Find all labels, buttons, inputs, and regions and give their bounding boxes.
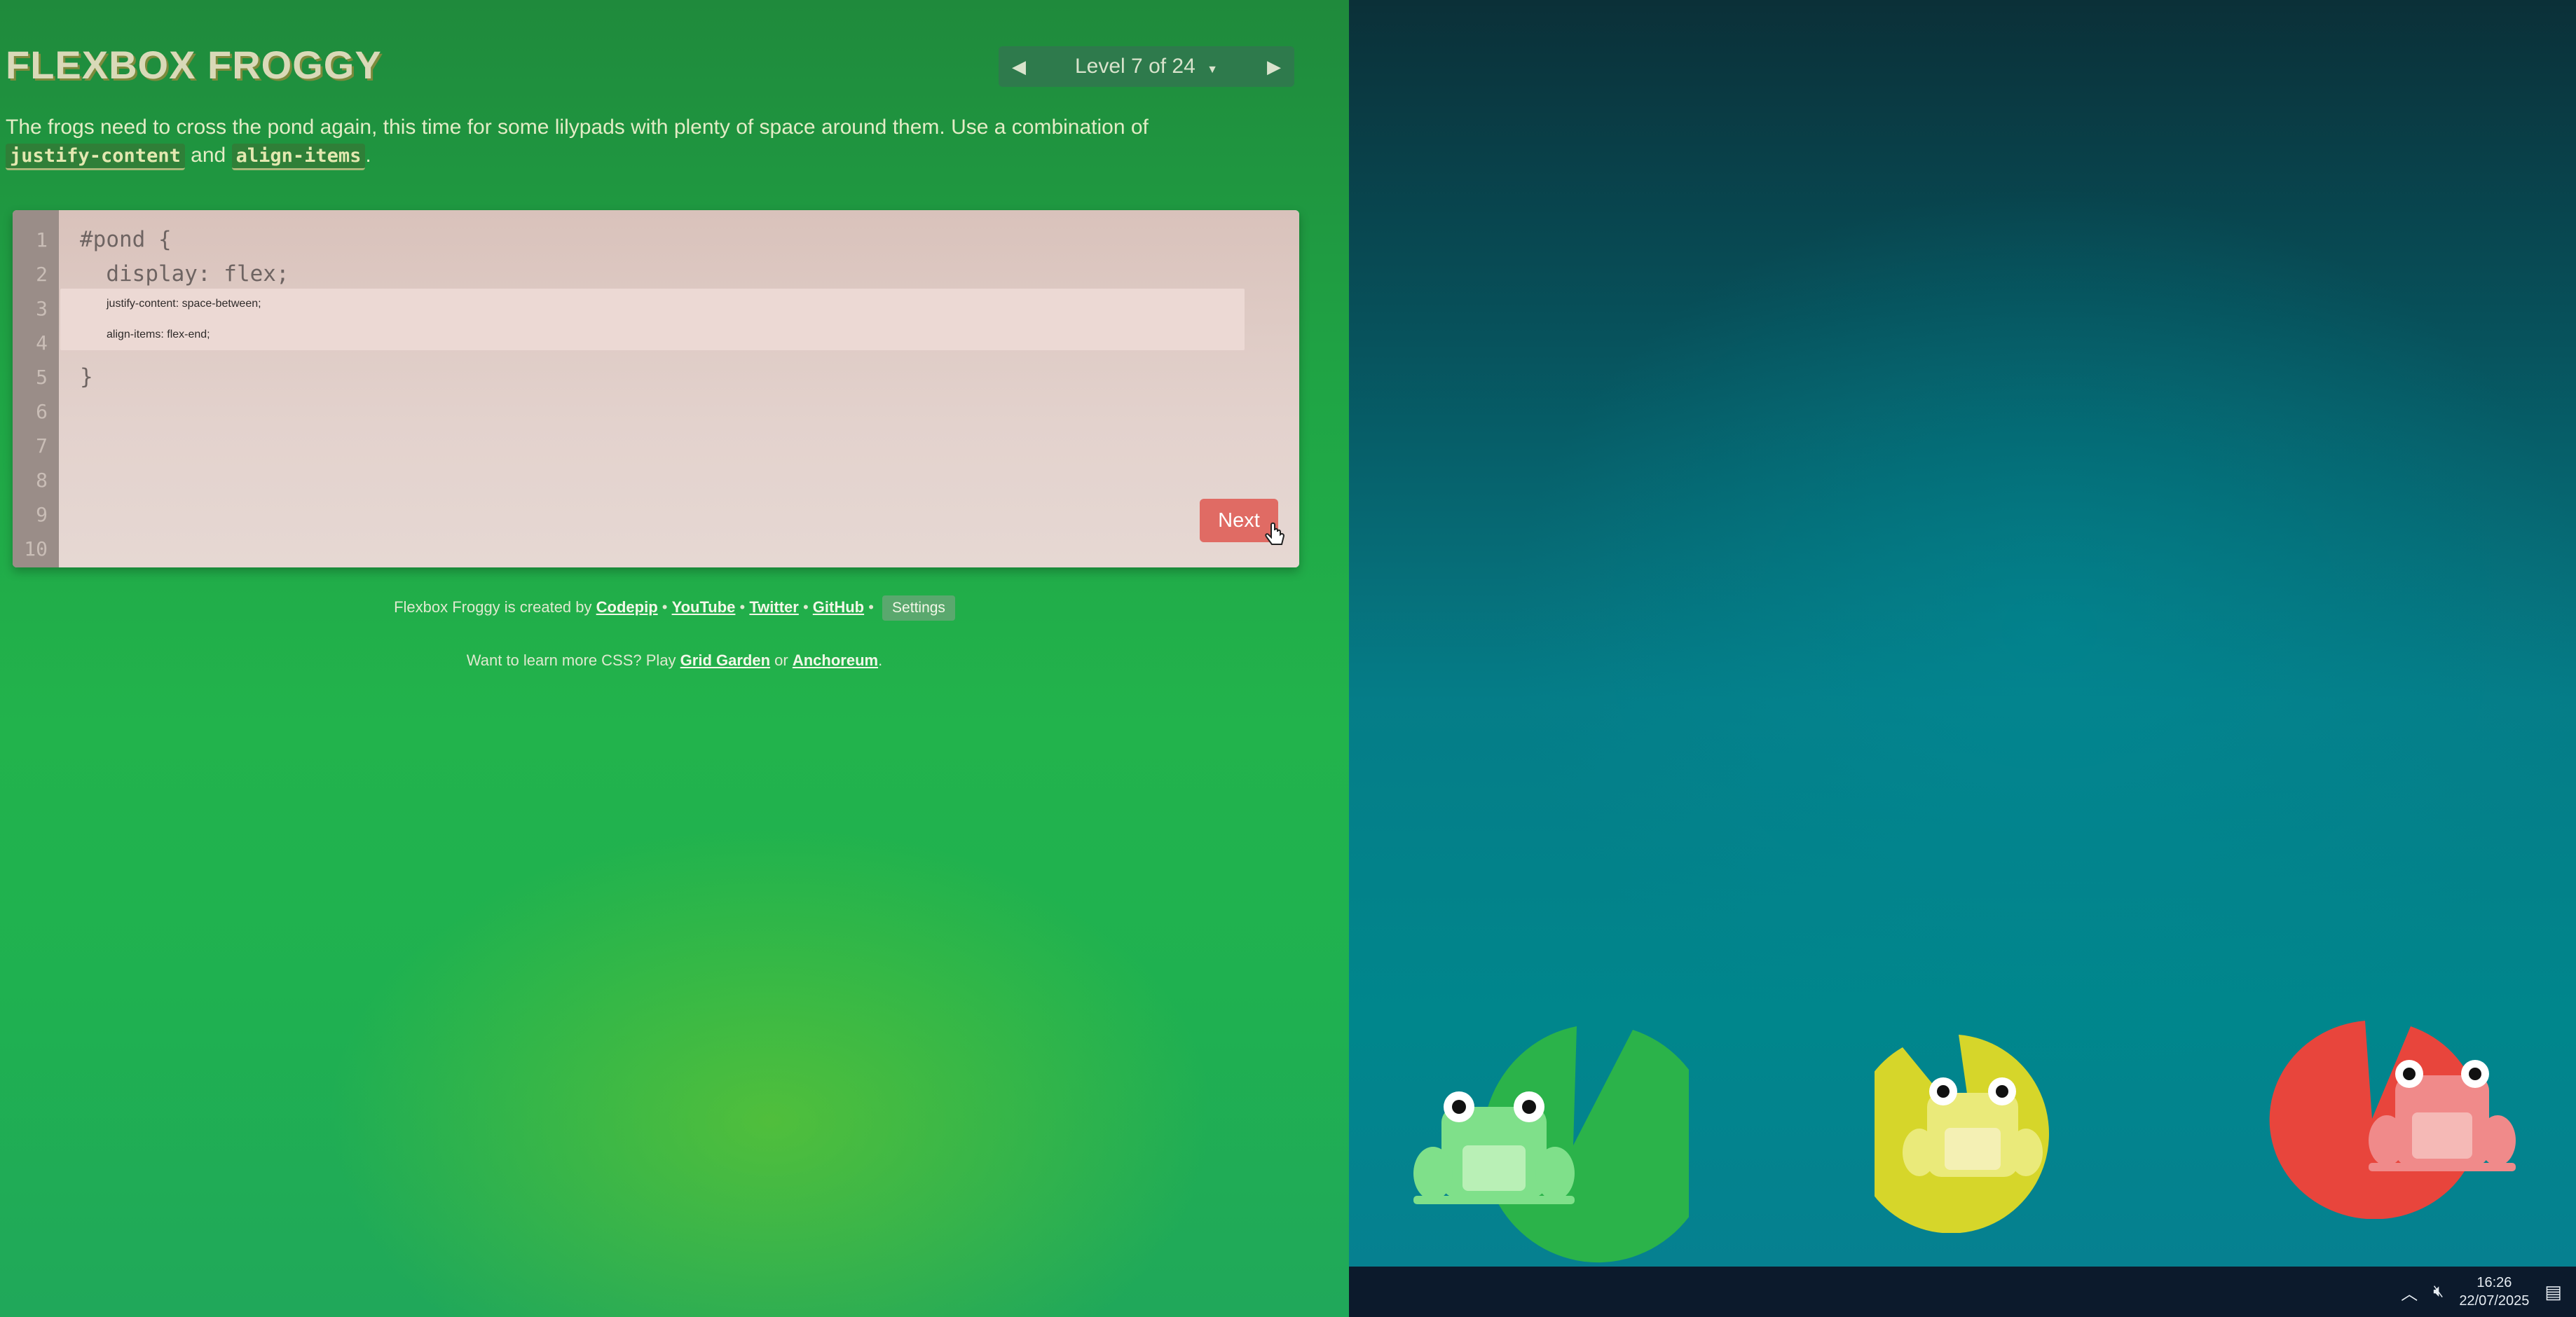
- frog-green: [1413, 1091, 1575, 1204]
- youtube-link[interactable]: YouTube: [672, 598, 736, 616]
- code-input[interactable]: justify-content: space-between; align-it…: [60, 289, 1245, 350]
- level-indicator[interactable]: Level 7 of 24 ▼: [1039, 55, 1254, 78]
- frog-yellow: [1903, 1077, 2043, 1177]
- clock-date: 22/07/2025: [2459, 1293, 2530, 1309]
- line-number: 5: [36, 366, 48, 389]
- line-number: 4: [36, 331, 48, 354]
- settings-button[interactable]: Settings: [882, 595, 955, 621]
- learn-more: Want to learn more CSS? Play Grid Garden…: [466, 651, 883, 669]
- line-number: 6: [36, 400, 48, 423]
- triangle-left-icon: ◀: [1012, 55, 1026, 77]
- instructions-panel: FLEXBOX FROGGY ◀ Level 7 of 24 ▼ ▶ The f…: [0, 0, 1349, 1317]
- line-number: 9: [36, 503, 48, 526]
- css-editor: 1 2 3 4 5 6 7 8 9 10 #pond { display: flex; } jus…: [13, 210, 1299, 567]
- code-input-line-2[interactable]: align-items: flex-end;: [60, 319, 1245, 350]
- instructions-text: The frogs need to cross the pond again, …: [6, 116, 1149, 139]
- credits-prefix: Flexbox Froggy is created by: [394, 598, 596, 616]
- code-input-line-1[interactable]: justify-content: space-between;: [60, 289, 1245, 319]
- pond: [1349, 0, 2576, 1275]
- chevron-up-icon[interactable]: ︿: [2401, 1280, 2418, 1304]
- frog-red: [2369, 1060, 2516, 1171]
- line-number: 7: [36, 434, 48, 457]
- line-number: 2: [36, 263, 48, 286]
- previous-level-button[interactable]: ◀: [999, 46, 1039, 87]
- codepip-link[interactable]: Codepip: [596, 598, 658, 616]
- instructions-and: and: [184, 144, 232, 167]
- github-link[interactable]: GitHub: [813, 598, 864, 616]
- code-line-1: #pond {: [80, 227, 172, 252]
- grid-garden-link[interactable]: Grid Garden: [680, 651, 770, 669]
- triangle-right-icon: ▶: [1267, 55, 1281, 77]
- app-title: FLEXBOX FROGGY: [6, 43, 382, 87]
- taskbar: ︿ 🔇︎ 16:26 22/07/2025 ▤: [1349, 1267, 2576, 1317]
- code-line-5: }: [80, 364, 93, 389]
- line-number: 3: [36, 297, 48, 320]
- caret-down-icon: ▼: [1207, 64, 1218, 76]
- code-justify-content[interactable]: justify-content: [6, 144, 185, 170]
- line-number: 1: [36, 228, 48, 251]
- notification-icon[interactable]: ▤: [2544, 1281, 2562, 1303]
- code-align-items[interactable]: align-items: [231, 144, 366, 170]
- twitter-link[interactable]: Twitter: [749, 598, 798, 616]
- instructions-period: .: [365, 144, 371, 167]
- next-level-button[interactable]: ▶: [1254, 46, 1294, 87]
- line-numbers: 1 2 3 4 5 6 7 8 9 10: [13, 210, 59, 567]
- clock[interactable]: 16:26 22/07/2025: [2459, 1274, 2529, 1310]
- clock-time: 16:26: [2476, 1275, 2512, 1290]
- code-line-2: display: flex;: [80, 261, 289, 287]
- level-instructions: The frogs need to cross the pond again, …: [6, 113, 1197, 170]
- credits: Flexbox Froggy is created by Codepip • Y…: [0, 595, 1349, 621]
- level-label: Level 7 of 24: [1075, 55, 1195, 78]
- volume-muted-icon[interactable]: 🔇︎: [2433, 1282, 2444, 1302]
- system-tray: ︿ 🔇︎ 16:26 22/07/2025 ▤: [2401, 1267, 2562, 1317]
- hand-cursor-icon: [1265, 522, 1285, 545]
- code-area: #pond { display: flex; }: [59, 210, 1299, 567]
- anchoreum-link[interactable]: Anchoreum: [793, 651, 878, 669]
- line-number: 10: [24, 537, 48, 560]
- line-number: 8: [36, 469, 48, 492]
- level-navigation: ◀ Level 7 of 24 ▼ ▶: [999, 46, 1294, 87]
